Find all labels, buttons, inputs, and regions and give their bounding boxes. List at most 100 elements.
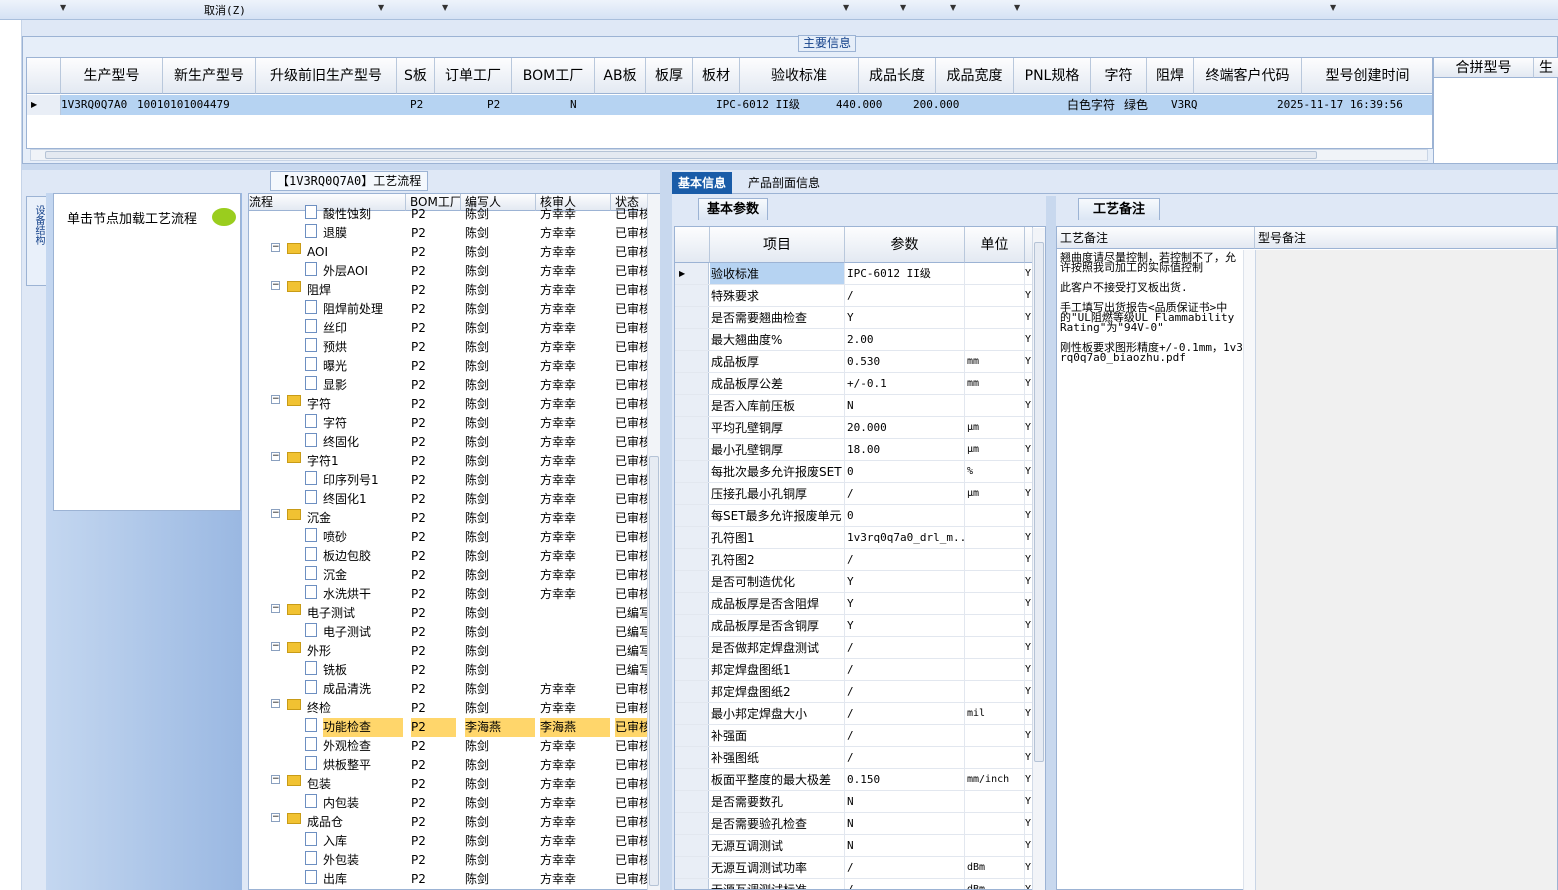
param-row[interactable]: 是否入库前压板 N Y — [675, 395, 1033, 417]
param-row[interactable]: 邦定焊盘图纸2/Y — [675, 681, 1033, 703]
param-value[interactable]: / — [845, 879, 965, 889]
tree-folder-row[interactable]: − 字符 P2 陈剑 方幸幸 已审核 — [249, 395, 647, 414]
tree-row[interactable]: 成品清洗 P2 陈剑 方幸幸 已审核 — [249, 680, 647, 699]
collapse-icon[interactable]: − — [271, 509, 280, 518]
param-row[interactable]: 成品板厚是否含铜厚 Y Y — [675, 615, 1033, 637]
column-header[interactable]: 成品长度 — [859, 58, 936, 94]
load-hint-box[interactable]: 单击节点加载工艺流程 — [53, 193, 241, 511]
param-row[interactable]: 是否可制造优化 Y Y — [675, 571, 1033, 593]
column-header[interactable]: 订单工厂 — [435, 58, 512, 94]
column-header[interactable]: 终端客户代码 — [1194, 58, 1302, 94]
param-value[interactable]: / — [845, 637, 965, 658]
tab-process-flow[interactable]: 【1V3RQ0Q7A0】工艺流程 — [270, 171, 429, 191]
cell-standard[interactable]: IPC-6012 II级 — [716, 95, 846, 115]
column-header[interactable]: 验收标准 — [740, 58, 859, 94]
horizontal-scrollbar[interactable] — [30, 149, 1428, 161]
column-header[interactable]: S板 — [397, 58, 435, 94]
param-value[interactable]: 0 — [845, 505, 965, 526]
param-row[interactable]: 特殊要求 / Y — [675, 285, 1033, 307]
collapse-icon[interactable]: − — [271, 813, 280, 822]
column-header[interactable]: 生产型号 — [61, 58, 163, 94]
tree-row[interactable]: 板边包胶 P2 陈剑 方幸幸 已审核 — [249, 547, 647, 566]
cell-customer-code[interactable]: V3RQ — [1171, 95, 1231, 115]
merge-model-grid[interactable]: 合拼型号 生 — [1433, 57, 1558, 164]
param-value[interactable]: 1v3rq0q7a0_drl_m... — [845, 527, 965, 548]
tree-row[interactable]: 电子测试 P2 陈剑 已编写 — [249, 623, 647, 642]
param-row[interactable]: 平均孔壁铜厚 20.000 μm Y — [675, 417, 1033, 439]
tree-row[interactable]: 终固化1 P2 陈剑 方幸幸 已审核 — [249, 490, 647, 509]
tree-row[interactable]: 铣板 P2 陈剑 已编写 — [249, 661, 647, 680]
param-value[interactable]: 0.150 — [845, 769, 965, 790]
param-row[interactable]: 是否需要数孔 N Y — [675, 791, 1033, 813]
param-row[interactable]: 每批次最多允许报废SET 0% Y — [675, 461, 1033, 483]
column-header[interactable]: 生 — [1534, 58, 1558, 78]
tab-process-memo[interactable]: 工艺备注 — [1078, 198, 1161, 220]
param-value[interactable]: / — [845, 549, 965, 570]
dropdown-arrow-icon[interactable]: ▼ — [843, 3, 849, 12]
side-tab-equipment[interactable]: 设备结构 — [26, 196, 46, 286]
column-header[interactable]: 合拼型号 — [1434, 58, 1534, 78]
tree-folder-row[interactable]: − 成品仓 P2 陈剑 方幸幸 已审核 — [249, 813, 647, 832]
tree-row[interactable]: 烘板整平 P2 陈剑 方幸幸 已审核 — [249, 756, 647, 775]
column-header[interactable]: 板材 — [693, 58, 740, 94]
process-memo-text[interactable]: 翘曲度请尽量控制，若控制不了，允许按照我司加工的实际值控制 此客户不接受打叉板出… — [1060, 252, 1244, 363]
param-value[interactable]: / — [845, 681, 965, 702]
param-value[interactable]: 18.00 — [845, 439, 965, 460]
param-value[interactable]: IPC-6012 II级 — [845, 263, 965, 284]
column-header[interactable]: 工艺备注 — [1057, 227, 1255, 249]
tree-folder-row[interactable]: − AOI P2 陈剑 方幸幸 已审核 — [249, 243, 647, 262]
tree-row[interactable]: 内包装 P2 陈剑 方幸幸 已审核 — [249, 794, 647, 813]
tree-row[interactable]: 阻焊前处理 P2 陈剑 方幸幸 已审核 — [249, 300, 647, 319]
tab-basic-params[interactable]: 基本参数 — [698, 198, 769, 220]
tree-row[interactable]: 水洗烘干 P2 陈剑 方幸幸 已审核 — [249, 585, 647, 604]
tree-folder-row[interactable]: − 电子测试 P2 陈剑 已编写 — [249, 604, 647, 623]
param-value[interactable]: 0 — [845, 461, 965, 482]
dropdown-arrow-icon[interactable]: ▼ — [1330, 3, 1336, 12]
param-row[interactable]: 板面平整度的最大极差 0.150 mm/inch Y — [675, 769, 1033, 791]
param-row[interactable]: 是否做邦定焊盘测试 / Y — [675, 637, 1033, 659]
column-header[interactable]: AB板 — [595, 58, 646, 94]
tree-folder-row[interactable]: − 终检 P2 陈剑 方幸幸 已审核 — [249, 699, 647, 718]
tree-row[interactable]: 外包装 P2 陈剑 方幸幸 已审核 — [249, 851, 647, 870]
param-row[interactable]: 孔符图1 1v3rq0q7a0_drl_m... Y — [675, 527, 1033, 549]
cell-created[interactable]: 2025-11-17 16:39:56 — [1277, 95, 1427, 115]
tree-row[interactable]: 印序列号1 P2 陈剑 方幸幸 已审核 — [249, 471, 647, 490]
process-tree-grid[interactable]: 流程 BOM工厂 编写人 核审人 状态 酸性蚀刻P2陈剑方幸幸已审核退膜P2陈剑… — [248, 193, 660, 890]
basic-params-grid[interactable]: 项目 参数 单位 ▶ 验收标准 IPC-6012 II级 Y 特殊要求 / Y 是否需要翘曲检… — [674, 226, 1046, 890]
param-value[interactable]: N — [845, 791, 965, 812]
param-row[interactable]: ▶ 验收标准 IPC-6012 II级 Y — [675, 263, 1033, 285]
dropdown-arrow-icon[interactable]: ▼ — [378, 3, 384, 12]
cell-bom-factory[interactable]: P2 — [487, 95, 527, 115]
param-value[interactable]: / — [845, 857, 965, 878]
model-memo-area[interactable] — [1255, 250, 1557, 890]
tab-profile-info[interactable]: 产品剖面信息 — [742, 172, 826, 194]
param-row[interactable]: 压接孔最小孔铜厚 / μm Y — [675, 483, 1033, 505]
cell-new-prod-model[interactable]: 10010101004479 — [137, 95, 256, 115]
dropdown-arrow-icon[interactable]: ▼ — [60, 3, 66, 12]
collapse-icon[interactable]: − — [271, 281, 280, 290]
tree-row[interactable]: 预烘 P2 陈剑 方幸幸 已审核 — [249, 338, 647, 357]
param-value[interactable]: N — [845, 813, 965, 834]
scroll-thumb[interactable] — [1034, 242, 1044, 762]
column-header[interactable]: 型号备注 — [1255, 227, 1557, 249]
tree-row[interactable]: 功能检查P2李海燕李海燕已审核 — [249, 718, 647, 737]
tree-row[interactable]: 出库 P2 陈剑 方幸幸 已审核 — [249, 870, 647, 889]
tree-row[interactable]: 入库 P2 陈剑 方幸幸 已审核 — [249, 832, 647, 851]
param-row[interactable]: 成品板厚是否含阻焊 Y Y — [675, 593, 1033, 615]
tree-row[interactable]: 酸性蚀刻 P2 陈剑 方幸幸 已审核 — [249, 205, 647, 224]
column-header[interactable]: 型号创建时间 — [1302, 58, 1432, 94]
param-value[interactable]: 20.000 — [845, 417, 965, 438]
param-value[interactable]: / — [845, 747, 965, 768]
tree-row[interactable]: 曝光 P2 陈剑 方幸幸 已审核 — [249, 357, 647, 376]
cell-length[interactable]: 440.000 — [836, 95, 916, 115]
param-row[interactable]: 无源互调测试标准 / dBm Y — [675, 879, 1033, 889]
param-row[interactable]: 无源互调测试 N Y — [675, 835, 1033, 857]
tab-basic-info[interactable]: 基本信息 — [672, 172, 733, 194]
param-row[interactable]: 补强图纸 / Y — [675, 747, 1033, 769]
tree-row[interactable]: 沉金 P2 陈剑 方幸幸 已审核 — [249, 566, 647, 585]
column-header[interactable]: PNL规格 — [1014, 58, 1091, 94]
tree-row[interactable]: 终固化 P2 陈剑 方幸幸 已审核 — [249, 433, 647, 452]
param-row[interactable]: 最小邦定焊盘大小 / mil Y — [675, 703, 1033, 725]
tree-folder-row[interactable]: − 字符1 P2 陈剑 方幸幸 已审核 — [249, 452, 647, 471]
column-header[interactable]: 参数 — [845, 227, 965, 263]
